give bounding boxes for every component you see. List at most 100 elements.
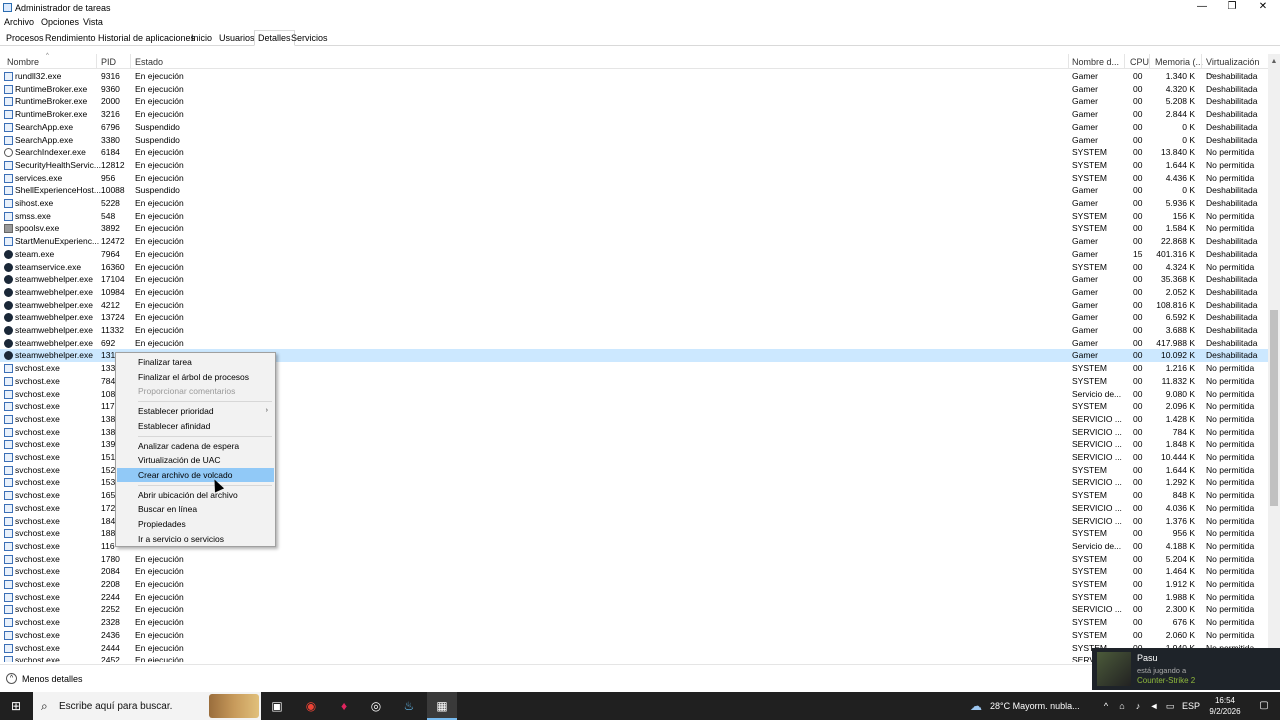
- context-menu-item[interactable]: Establecer prioridad ›: [117, 404, 274, 418]
- context-menu-item[interactable]: Abrir ubicación del archivo: [117, 488, 274, 502]
- context-menu-item[interactable]: Buscar en línea: [117, 502, 274, 516]
- column-divider[interactable]: [96, 54, 97, 69]
- menu-archivo[interactable]: Archivo: [4, 17, 34, 27]
- table-row[interactable]: steamservice.exe 16360 En ejecución SYSTEM 0…: [0, 261, 1268, 274]
- table-row[interactable]: steamwebhelper.exe 11332 En ejecución Gamer…: [0, 324, 1268, 337]
- context-menu-item[interactable]: Crear archivo de volcado: [117, 467, 274, 482]
- chevron-up-icon[interactable]: ^: [1098, 698, 1114, 714]
- table-row[interactable]: rundll32.exe 9316 En ejecución Gamer 00 1.340…: [0, 70, 1268, 83]
- table-row[interactable]: SecurityHealthServic... 12812 En ejecución…: [0, 159, 1268, 172]
- column-divider[interactable]: [1201, 54, 1202, 69]
- context-menu-item[interactable]: Finalizar tarea: [117, 355, 274, 369]
- device-icon[interactable]: ▭: [1162, 698, 1178, 714]
- column-divider[interactable]: [130, 54, 131, 69]
- column-divider[interactable]: [1124, 54, 1125, 69]
- taskbar-search-box[interactable]: ⌕ Escribe aquí para buscar.: [33, 692, 261, 720]
- tab-detalles[interactable]: Detalles: [254, 30, 295, 46]
- table-row[interactable]: RuntimeBroker.exe 3216 En ejecución Gamer 00…: [0, 108, 1268, 121]
- menu-vista[interactable]: Vista: [83, 17, 103, 27]
- table-row[interactable]: steamwebhelper.exe 4212 En ejecución Gamer 0…: [0, 299, 1268, 312]
- table-row[interactable]: StartMenuExperienc... 12472 En ejecución Ga…: [0, 235, 1268, 248]
- language-indicator[interactable]: ESP: [1182, 701, 1200, 711]
- maximize-button[interactable]: ❐: [1217, 0, 1247, 15]
- vertical-scrollbar[interactable]: ▲ ▼: [1268, 54, 1280, 664]
- windows-start-icon[interactable]: ⊞: [8, 698, 24, 714]
- cell-cpu: 00: [1133, 121, 1143, 132]
- table-row[interactable]: SearchApp.exe 6796 Suspendido Gamer 00 0 K Des…: [0, 121, 1268, 134]
- cell-virtualization: Deshabilitada: [1206, 83, 1258, 94]
- context-menu-item[interactable]: Propiedades: [117, 517, 274, 531]
- footer: ^ Menos detalles: [0, 664, 1280, 692]
- column-divider[interactable]: [1068, 54, 1069, 69]
- chrome-icon[interactable]: ◉: [303, 698, 319, 714]
- table-row[interactable]: RuntimeBroker.exe 9360 En ejecución Gamer 00…: [0, 83, 1268, 96]
- notification-center-icon[interactable]: ▢: [1256, 698, 1272, 714]
- close-button[interactable]: ✕: [1248, 0, 1278, 15]
- table-row[interactable]: svchost.exe 1780 En ejecución SYSTEM 00 5.204…: [0, 553, 1268, 566]
- steam-icon[interactable]: ♨: [401, 698, 417, 714]
- tab-rendimiento[interactable]: Rendimiento: [45, 33, 96, 43]
- col-memory[interactable]: Memoria (...: [1155, 57, 1203, 67]
- table-row[interactable]: svchost.exe2444En ejecuciónSYSTEM001.940…: [0, 642, 1268, 655]
- weather-text[interactable]: 28°C Mayorm. nubla...: [990, 701, 1080, 711]
- context-menu-item[interactable]: Virtualización de UAC: [117, 453, 274, 467]
- task-view-icon[interactable]: ▣: [269, 698, 285, 714]
- col-cpu[interactable]: CPU: [1130, 57, 1149, 67]
- tab-historial[interactable]: Historial de aplicaciones: [98, 33, 195, 43]
- tab-servicios[interactable]: Servicios: [291, 33, 328, 43]
- table-row[interactable]: ShellExperienceHost.... 10088 Suspendido Ga…: [0, 184, 1268, 197]
- cell-virtualization: No permitida: [1206, 388, 1255, 399]
- network-icon[interactable]: ⌂: [1114, 698, 1130, 714]
- chevron-up-icon[interactable]: ^: [6, 673, 17, 684]
- table-row[interactable]: steamwebhelper.exe 692 En ejecución Gamer 00…: [0, 337, 1268, 350]
- table-row[interactable]: svchost.exe 2252 En ejecución SERVICIO ... 0…: [0, 603, 1268, 616]
- cell-memory: 4.324 K: [1165, 261, 1195, 272]
- cell-memory: 0 K: [1182, 134, 1195, 145]
- table-row[interactable]: svchost.exe 2436 En ejecución SYSTEM 00 2.060…: [0, 629, 1268, 642]
- table-row[interactable]: SearchIndexer.exe 6184 En ejecución SYSTEM 0…: [0, 146, 1268, 159]
- table-row[interactable]: steamwebhelper.exe 10984 En ejecución Gamer…: [0, 286, 1268, 299]
- col-name[interactable]: Nombre: [7, 57, 39, 67]
- table-row[interactable]: spoolsv.exe 3892 En ejecución SYSTEM 00 1.584…: [0, 222, 1268, 235]
- microphone-icon[interactable]: ♪: [1130, 698, 1146, 714]
- col-user[interactable]: Nombre d...: [1072, 57, 1119, 67]
- search-icon: ⌕: [41, 699, 48, 713]
- cell-memory: 10.092 K: [1160, 350, 1195, 361]
- context-menu-item[interactable]: Analizar cadena de espera: [117, 439, 274, 453]
- table-row[interactable]: sihost.exe 5228 En ejecución Gamer 00 5.936 K…: [0, 197, 1268, 210]
- table-row[interactable]: steam.exe 7964 En ejecución Gamer 15 401.316 …: [0, 248, 1268, 261]
- col-status[interactable]: Estado: [135, 57, 163, 67]
- tab-usuarios[interactable]: Usuarios: [219, 33, 255, 43]
- context-menu-item[interactable]: Ir a servicio o servicios: [117, 532, 274, 546]
- col-pid[interactable]: PID: [101, 57, 116, 67]
- table-row[interactable]: RuntimeBroker.exe 2000 En ejecución Gamer 00…: [0, 95, 1268, 108]
- task-manager-taskbar-button[interactable]: ▦: [427, 692, 457, 720]
- table-row[interactable]: svchost.exe 2328 En ejecución SYSTEM 00 676 K…: [0, 616, 1268, 629]
- rockstar-icon[interactable]: ◎: [368, 698, 384, 714]
- table-row[interactable]: steamwebhelper.exe 13724 En ejecución Gamer…: [0, 311, 1268, 324]
- speaker-icon[interactable]: ◄: [1146, 698, 1162, 714]
- steam-notification[interactable]: Pasu está jugando a Counter-Strike 2: [1092, 648, 1280, 690]
- table-row[interactable]: SearchApp.exe 3380 Suspendido Gamer 00 0 K Des…: [0, 134, 1268, 147]
- table-row[interactable]: svchost.exe 2208 En ejecución SYSTEM 00 1.912…: [0, 578, 1268, 591]
- table-row[interactable]: steamwebhelper.exe 17104 En ejecución Gamer…: [0, 273, 1268, 286]
- less-details-link[interactable]: Menos detalles: [22, 674, 83, 684]
- scroll-thumb[interactable]: [1270, 310, 1278, 506]
- tab-procesos[interactable]: Procesos: [6, 33, 44, 43]
- scroll-up-icon[interactable]: ▲: [1268, 56, 1280, 68]
- column-divider[interactable]: [1149, 54, 1150, 69]
- context-menu-item[interactable]: Establecer afinidad: [117, 419, 274, 433]
- tab-inicio[interactable]: Inicio: [191, 33, 212, 43]
- table-row[interactable]: smss.exe 548 En ejecución SYSTEM 00 156 K No p…: [0, 210, 1268, 223]
- clock[interactable]: 16:54 9/2/2026: [1200, 695, 1250, 717]
- cell-name: steamwebhelper.exe: [15, 274, 93, 285]
- table-row[interactable]: services.exe 956 En ejecución SYSTEM 00 4.436…: [0, 172, 1268, 185]
- maps-pin-icon[interactable]: ♦: [336, 698, 352, 714]
- cell-cpu: 00: [1133, 629, 1143, 640]
- context-menu-item[interactable]: Finalizar el árbol de procesos: [117, 370, 274, 384]
- table-row[interactable]: svchost.exe 2084 En ejecución SYSTEM 00 1.464…: [0, 565, 1268, 578]
- minimize-button[interactable]: —: [1187, 0, 1217, 15]
- table-row[interactable]: svchost.exe 2452 En ejecución SERVI...: [0, 654, 1268, 662]
- table-row[interactable]: svchost.exe 2244 En ejecución SYSTEM 00 1.988…: [0, 591, 1268, 604]
- menu-opciones[interactable]: Opciones: [41, 17, 79, 27]
